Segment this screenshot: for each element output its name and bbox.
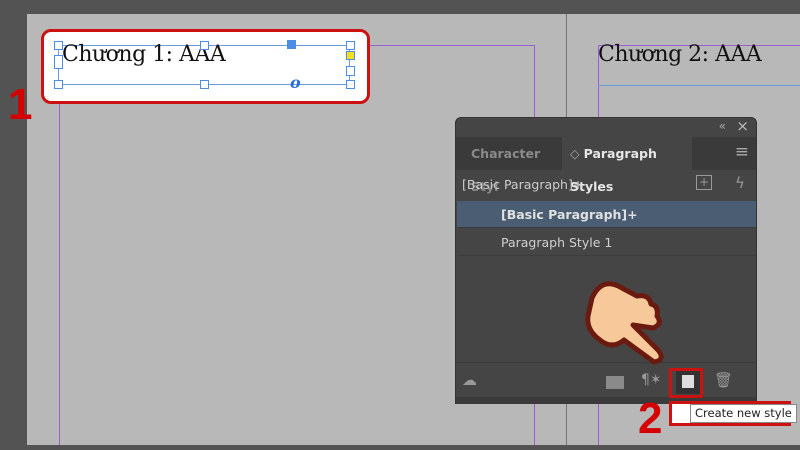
style-label: Paragraph Style 1: [501, 235, 613, 250]
margin-guide: [59, 45, 60, 445]
style-item-basic-paragraph[interactable]: [Basic Paragraph]+: [457, 201, 756, 228]
tooltip: Create new style: [690, 404, 797, 423]
highlight-box-step-2: [669, 368, 703, 398]
overflow-marker: o: [290, 73, 301, 92]
clear-overrides-icon[interactable]: ¶✶: [641, 372, 662, 388]
collapse-icon[interactable]: «: [719, 119, 726, 133]
frame-edge: [598, 85, 800, 86]
step-2-label: 2: [638, 394, 663, 443]
close-icon[interactable]: ×: [736, 117, 749, 135]
step-1-label: 1: [8, 80, 33, 129]
current-style-label: [Basic Paragraph]+: [462, 177, 584, 192]
anchor-handle[interactable]: [287, 40, 296, 49]
margin-guide: [350, 45, 534, 46]
out-port[interactable]: [346, 51, 355, 60]
delete-icon[interactable]: 🗑: [714, 371, 733, 389]
create-style-from-selection-icon[interactable]: +: [696, 175, 712, 190]
new-group-icon[interactable]: [606, 376, 624, 389]
tab-paragraph-styles[interactable]: ◇ Paragraph Styles: [562, 137, 692, 194]
text-frame-chapter-2[interactable]: Chương 2: AAA: [598, 42, 762, 67]
quick-apply-icon[interactable]: ϟ: [735, 174, 745, 192]
panel-menu-icon[interactable]: ≡: [735, 142, 749, 162]
pointing-hand-icon: [585, 281, 664, 365]
tab-character-styles[interactable]: Character Styl: [456, 137, 562, 194]
sort-arrows-icon: ◇: [570, 146, 580, 161]
style-label: [Basic Paragraph]+: [501, 207, 638, 222]
load-from-cloud-icon[interactable]: ☁: [462, 371, 477, 389]
style-item-paragraph-style-1[interactable]: Paragraph Style 1: [457, 229, 756, 256]
